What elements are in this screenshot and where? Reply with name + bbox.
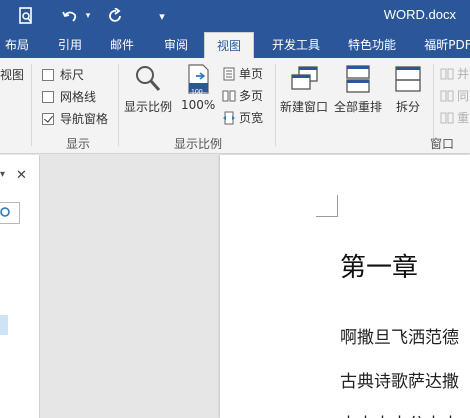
tab-view[interactable]: 视图 — [204, 32, 254, 58]
zoom-100-label: 100% — [181, 98, 216, 112]
tab-special-features[interactable]: 特色功能 — [340, 32, 404, 58]
view-side-by-side-button[interactable]: 并 — [440, 65, 469, 82]
print-preview-icon[interactable] — [14, 5, 38, 27]
zoom-group-label: 显示比例 — [174, 137, 223, 151]
split-icon — [395, 66, 421, 92]
tab-review[interactable]: 审阅 — [156, 32, 196, 58]
ruler-label: 标尺 — [60, 68, 85, 82]
arrange-all-label: 全部重排 — [334, 100, 383, 114]
page-width-button[interactable]: 页宽 — [222, 109, 263, 126]
sync-scroll-button[interactable]: 同 — [440, 87, 469, 104]
ruler-checkbox-box[interactable] — [42, 68, 54, 81]
new-window-button[interactable]: 新建窗口 — [280, 64, 328, 115]
nav-pane-checkbox[interactable]: 导航窗格 — [42, 110, 108, 127]
one-page-icon — [223, 67, 235, 80]
show-group-label: 显示 — [66, 137, 91, 151]
gridlines-label: 网格线 — [60, 90, 97, 104]
undo-dropdown-icon[interactable]: ▾ — [82, 5, 94, 27]
reset-window-button[interactable]: 重 — [440, 109, 469, 126]
nav-search-input[interactable] — [0, 202, 20, 224]
ruler-checkbox[interactable]: 标尺 — [42, 66, 84, 83]
tab-developer[interactable]: 开发工具 — [264, 32, 328, 58]
nav-pane-menu-icon[interactable]: ▾ — [0, 169, 5, 180]
nav-pane-checkbox-box[interactable] — [42, 112, 54, 125]
reset-window-label: 重 — [457, 111, 470, 125]
reset-window-icon — [440, 112, 454, 123]
side-by-side-label: 并 — [457, 67, 470, 81]
multi-page-label: 多页 — [239, 89, 264, 103]
search-icon — [0, 207, 10, 217]
tab-references[interactable]: 引用 — [50, 32, 90, 58]
split-label: 拆分 — [395, 100, 420, 114]
tab-mailings[interactable]: 邮件 — [102, 32, 142, 58]
ribbon: 视图 标尺 网格线 导航窗格 显示 显示比例 100 100% 单页 多页 页宽… — [0, 58, 470, 154]
sync-scroll-icon — [440, 90, 454, 101]
gridlines-checkbox[interactable]: 网格线 — [42, 88, 96, 105]
zoom-button[interactable]: 显示比例 — [124, 64, 172, 115]
page-width-label: 页宽 — [239, 111, 264, 125]
undo-icon[interactable] — [60, 5, 80, 27]
sync-scroll-label: 同 — [457, 89, 470, 103]
margin-corner-mark — [316, 195, 338, 217]
document-page[interactable]: 第一章 啊撒旦飞洒范德 古典诗歌萨达撒 大大大大分大大 — [220, 155, 470, 418]
zoom-100-button[interactable]: 100 100% — [181, 64, 215, 112]
one-page-label: 单页 — [239, 67, 264, 81]
document-line[interactable]: 啊撒旦飞洒范德 — [340, 323, 459, 348]
close-icon[interactable]: ✕ — [16, 168, 27, 183]
views-partial-label[interactable]: 视图 — [0, 66, 24, 83]
tab-foxit-pdf[interactable]: 福昕PDF — [418, 32, 470, 58]
zoom-label: 显示比例 — [124, 100, 173, 114]
new-window-label: 新建窗口 — [280, 100, 329, 114]
one-page-button[interactable]: 单页 — [222, 65, 263, 82]
side-by-side-icon — [440, 68, 454, 79]
nav-heading-item[interactable] — [0, 315, 8, 335]
title-bar: ▾ ▾ WORD.docx — [0, 0, 470, 32]
split-button[interactable]: 拆分 — [393, 64, 423, 115]
window-group-label: 窗口 — [430, 137, 455, 151]
document-heading[interactable]: 第一章 — [340, 247, 418, 284]
gridlines-checkbox-box[interactable] — [42, 90, 54, 103]
group-separator — [31, 64, 32, 146]
redo-icon[interactable] — [106, 5, 126, 27]
window-title: WORD.docx — [383, 7, 456, 22]
customize-quick-access-icon[interactable]: ▾ — [154, 5, 170, 27]
new-window-icon — [291, 66, 318, 90]
group-separator — [118, 64, 119, 146]
arrange-all-button[interactable]: 全部重排 — [334, 64, 382, 115]
arrange-all-icon — [346, 65, 370, 93]
document-line[interactable]: 古典诗歌萨达撒 — [340, 367, 459, 392]
multi-page-icon — [222, 90, 236, 101]
page-width-icon — [223, 111, 235, 124]
document-line[interactable]: 大大大大分大大 — [340, 410, 459, 418]
document-gutter — [41, 155, 220, 418]
navigation-pane: ▾ ✕ — [0, 155, 40, 418]
group-separator — [433, 64, 434, 146]
zoom-100-badge: 100 — [191, 89, 203, 96]
nav-pane-label: 导航窗格 — [60, 112, 109, 126]
ribbon-tabs: 布局 引用 邮件 审阅 视图 开发工具 特色功能 福昕PDF — [0, 32, 470, 58]
tab-layout[interactable]: 布局 — [0, 32, 34, 58]
group-separator — [275, 64, 276, 146]
magnifier-icon — [136, 66, 161, 91]
multi-page-button[interactable]: 多页 — [222, 87, 263, 104]
